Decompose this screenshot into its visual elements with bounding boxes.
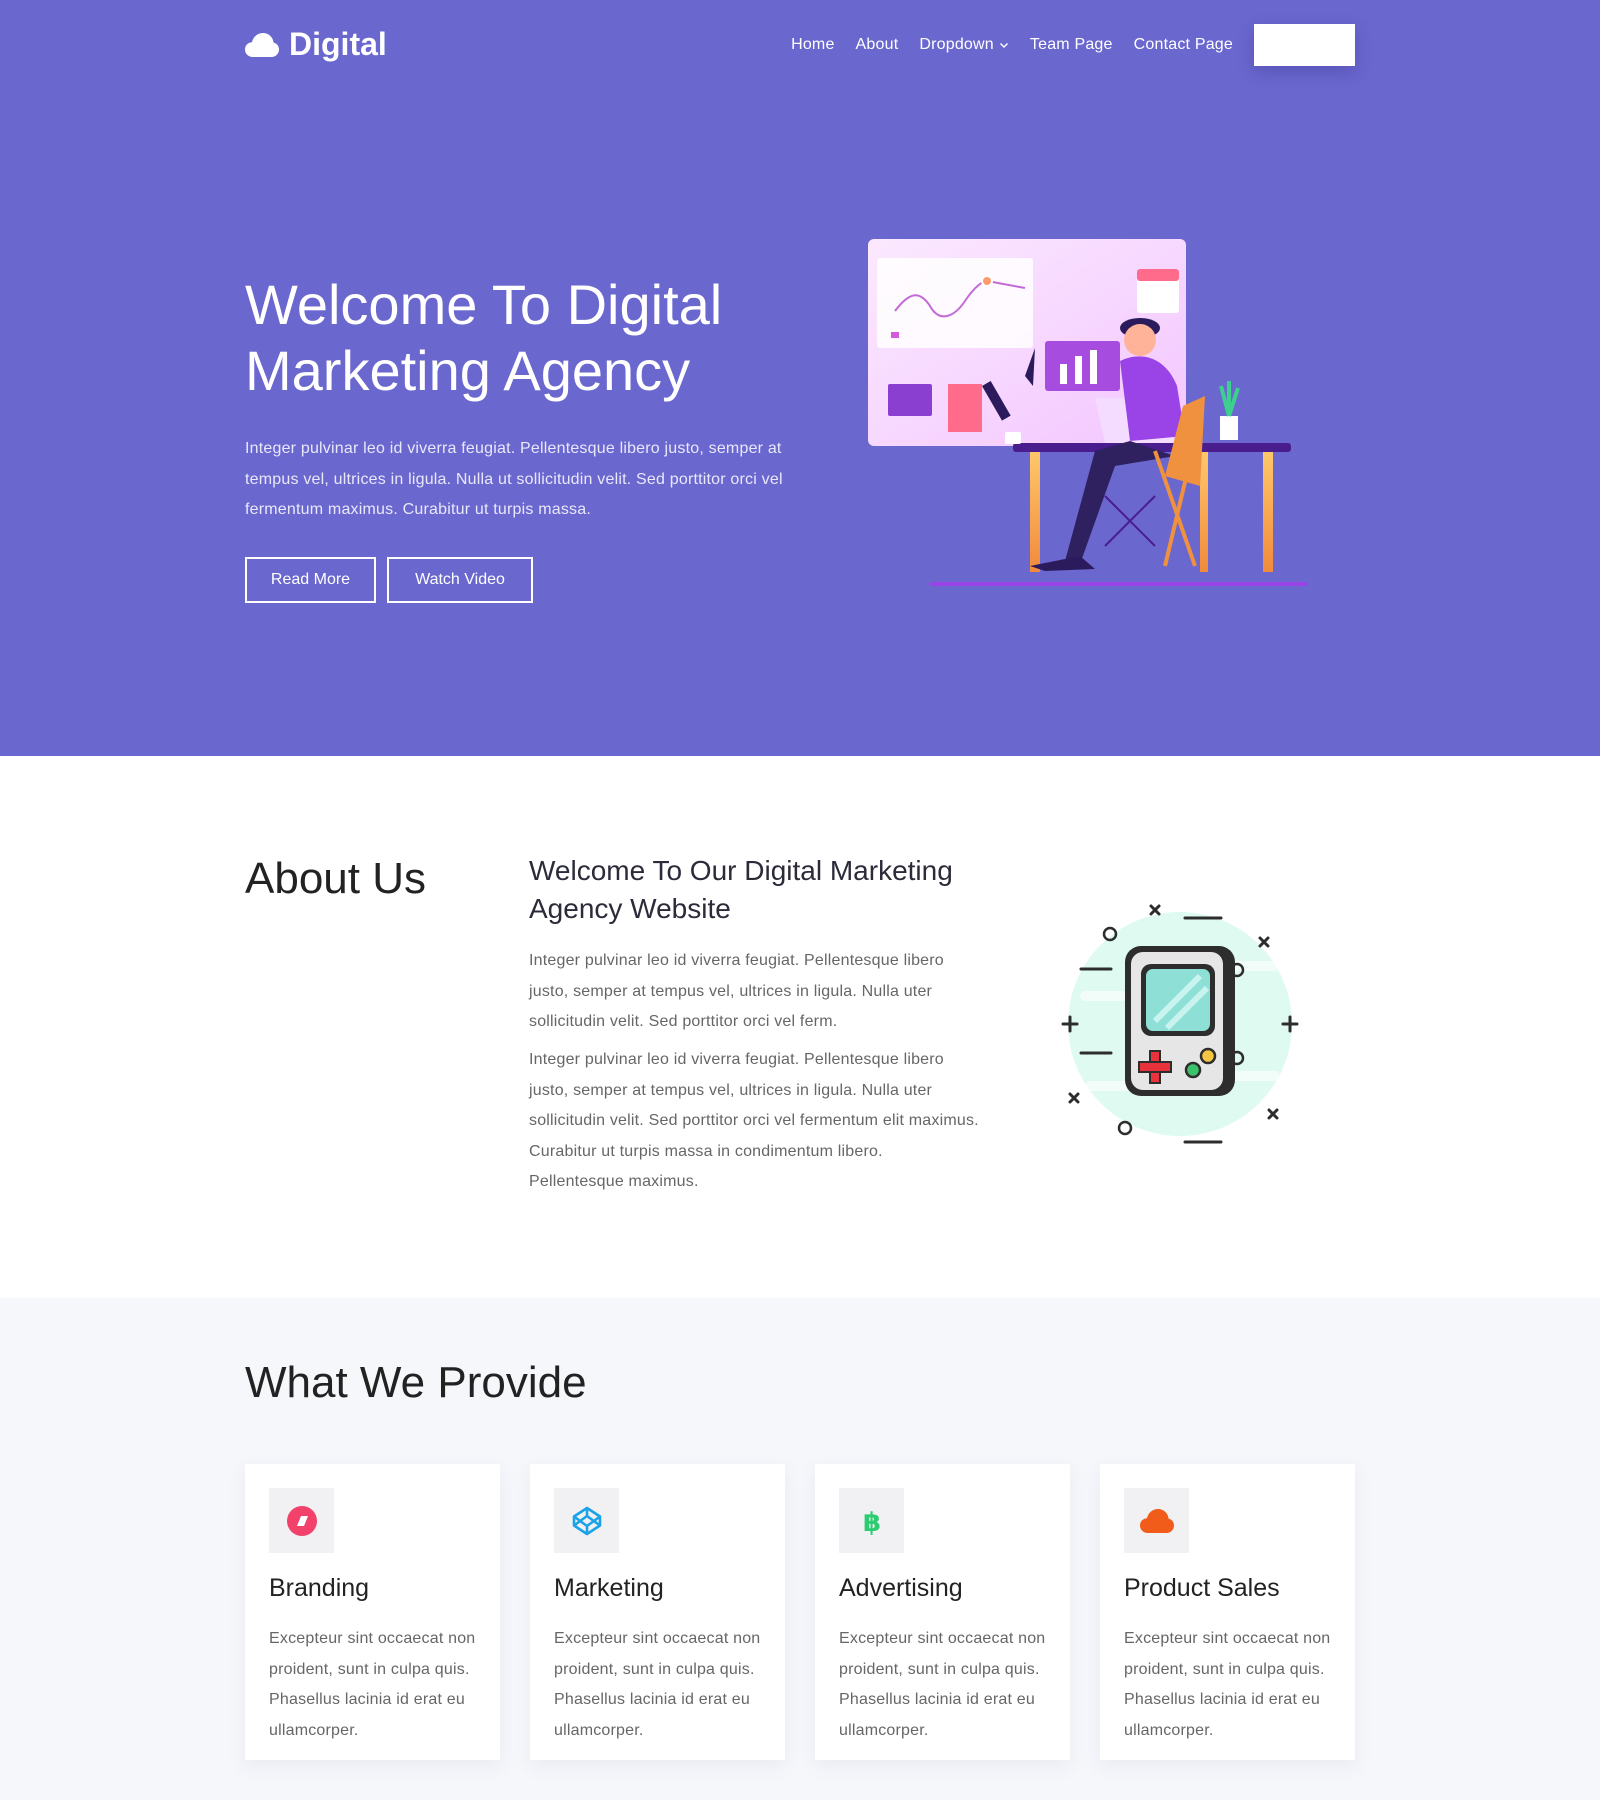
main-menu: Home About Dropdown Team Page Contact Pa… bbox=[791, 24, 1355, 66]
service-card-text: Excepteur sint occaecat non proident, su… bbox=[554, 1630, 761, 1739]
service-card-product-sales[interactable]: Product Sales Excepteur sint occaecat no… bbox=[1100, 1464, 1355, 1760]
bitcoin-icon: ฿ bbox=[862, 1508, 880, 1537]
service-card-branding[interactable]: Branding Excepteur sint occaecat non pro… bbox=[245, 1464, 500, 1760]
service-card-text: Excepteur sint occaecat non proident, su… bbox=[269, 1630, 476, 1739]
nav-item-contact-page[interactable]: Contact Page bbox=[1134, 36, 1233, 54]
about-subheading: Welcome To Our Digital Marketing Agency … bbox=[529, 855, 953, 924]
services-section: What We Provide Branding Excepteur sint … bbox=[0, 1298, 1600, 1800]
service-card-title: Product Sales bbox=[1124, 1574, 1280, 1602]
top-nav: Digital Home About Dropdown Team Page Co… bbox=[245, 24, 1355, 66]
cloud-icon bbox=[245, 32, 279, 57]
hero-buttons: Read More Watch Video bbox=[245, 557, 533, 603]
hero-title: Welcome To Digital Marketing Agency bbox=[245, 273, 723, 402]
nav-item-dropdown-label: Dropdown bbox=[919, 36, 994, 53]
read-more-button[interactable]: Read More bbox=[245, 557, 376, 603]
nav-item-about[interactable]: About bbox=[856, 36, 899, 54]
hero-section: Digital Home About Dropdown Team Page Co… bbox=[0, 0, 1600, 756]
about-paragraph-1: Integer pulvinar leo id viverra feugiat.… bbox=[529, 952, 944, 1030]
logo-text: Digital bbox=[289, 26, 387, 62]
chevron-down-icon bbox=[999, 43, 1008, 48]
cloud-icon bbox=[1139, 1508, 1174, 1533]
nav-item-team-page[interactable]: Team Page bbox=[1030, 36, 1113, 54]
service-card-text: Excepteur sint occaecat non proident, su… bbox=[1124, 1630, 1331, 1739]
hero-text: Integer pulvinar leo id viverra feugiat.… bbox=[245, 440, 783, 518]
service-card-title: Marketing bbox=[554, 1574, 664, 1602]
codepen-icon bbox=[572, 1506, 601, 1535]
branding-icon bbox=[286, 1505, 317, 1536]
services-heading: What We Provide bbox=[245, 1358, 587, 1407]
nav-item-home[interactable]: Home bbox=[791, 36, 834, 54]
card-icon-box bbox=[1124, 1488, 1189, 1553]
card-icon-box: ฿ bbox=[839, 1488, 904, 1553]
card-icon-box bbox=[554, 1488, 619, 1553]
hero-illustration bbox=[868, 239, 1308, 586]
login-button[interactable]: Login bbox=[1254, 24, 1355, 66]
nav-item-dropdown[interactable]: Dropdown bbox=[919, 36, 1009, 54]
watch-video-button[interactable]: Watch Video bbox=[387, 557, 533, 603]
service-card-marketing[interactable]: Marketing Excepteur sint occaecat non pr… bbox=[530, 1464, 785, 1760]
service-card-title: Advertising bbox=[839, 1574, 963, 1602]
game-console-illustration bbox=[1061, 904, 1299, 1144]
about-section: About Us Welcome To Our Digital Marketin… bbox=[0, 756, 1600, 1298]
service-card-title: Branding bbox=[269, 1574, 370, 1602]
svg-text:฿: ฿ bbox=[862, 1508, 880, 1537]
card-icon-box bbox=[269, 1488, 334, 1553]
service-card-text: Excepteur sint occaecat non proident, su… bbox=[839, 1630, 1046, 1739]
about-heading: About Us bbox=[245, 854, 426, 903]
services-cards: Branding Excepteur sint occaecat non pro… bbox=[245, 1464, 1355, 1760]
about-paragraph-2: Integer pulvinar leo id viverra feugiat.… bbox=[529, 1051, 979, 1190]
logo-link[interactable]: Digital bbox=[245, 26, 387, 63]
service-card-advertising[interactable]: ฿ Advertising Excepteur sint occaecat no… bbox=[815, 1464, 1070, 1760]
